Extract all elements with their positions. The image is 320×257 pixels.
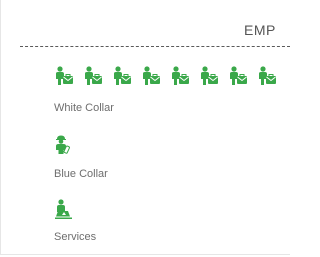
services-icon-row: [54, 199, 290, 221]
white-collar-worker-icon: [85, 66, 102, 85]
white-collar-worker-icon: [230, 66, 247, 85]
white-collar-worker-icon: [201, 66, 218, 85]
blue-collar-icon-row: [54, 135, 290, 157]
white-collar-worker-icon: [114, 66, 131, 85]
panel-title: EMP: [244, 22, 276, 38]
header-divider: [20, 46, 290, 47]
services-worker-icon: [55, 199, 72, 219]
blue-collar-worker-icon: [56, 135, 70, 154]
panel-bottom-border: [0, 254, 290, 255]
white-collar-worker-icon: [172, 66, 189, 85]
panel-left-border: [0, 0, 1, 255]
services-label: Services: [54, 231, 97, 243]
white-collar-worker-icon: [143, 66, 160, 85]
blue-collar-label: Blue Collar: [54, 168, 108, 180]
white-collar-icon-row: [54, 66, 290, 88]
white-collar-worker-icon: [259, 66, 276, 85]
white-collar-worker-icon: [56, 66, 73, 85]
white-collar-label: White Collar: [54, 102, 114, 114]
employment-panel: EMP White Collar Blue Collar Services: [0, 0, 290, 257]
